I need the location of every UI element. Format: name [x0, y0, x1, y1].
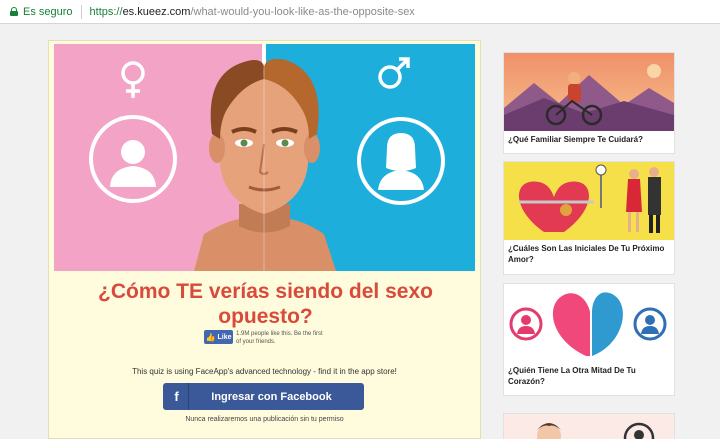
- sidebar-quiz-card[interactable]: ¿Quién Tiene La Otra Mitad De Tu Corazón…: [503, 283, 675, 396]
- secure-label: Es seguro: [23, 5, 73, 18]
- female-symbol-icon: [121, 61, 145, 98]
- facebook-icon: f: [165, 383, 189, 410]
- female-avatar-icon: [357, 117, 445, 205]
- male-avatar-icon: [89, 115, 177, 203]
- face-illustration: [194, 44, 336, 271]
- quiz-title: ¿Cómo TE verías siendo del sexo opuesto?: [98, 280, 433, 328]
- lock-icon: [10, 7, 18, 16]
- sidebar-quiz-image: [504, 414, 674, 439]
- sidebar-quiz-card[interactable]: ¿Cuáles Son Las Iniciales De Tu Próximo …: [503, 161, 675, 275]
- like-count-text: 1.9M people like this. Be the first of y…: [236, 331, 323, 345]
- sidebar-quiz-image: [504, 162, 674, 240]
- facebook-like-widget: 👍 Like 1.9M people like this. Be the fir…: [204, 330, 326, 346]
- thumbs-up-icon: 👍: [205, 332, 216, 342]
- sidebar-quiz-title: ¿Quién Tiene La Otra Mitad De Tu Corazón…: [508, 366, 636, 386]
- faceapp-note: This quiz is using FaceApp's advanced te…: [132, 367, 397, 376]
- sidebar-quiz-title: ¿Qué Familiar Siempre Te Cuidará?: [508, 135, 643, 144]
- sidebar-quiz-image: [504, 53, 674, 131]
- male-symbol-icon: [378, 57, 410, 89]
- sidebar-quiz-card[interactable]: ¿Qué Familiar Siempre Te Cuidará?: [503, 52, 675, 154]
- url-host: es.kueez.com: [122, 5, 191, 18]
- divider: [80, 4, 82, 19]
- address-bar[interactable]: Es seguro https:// es.kueez.com /what-wo…: [0, 0, 720, 24]
- sidebar-quiz-title: ¿Cuáles Son Las Iniciales De Tu Próximo …: [508, 244, 665, 264]
- sidebar-quiz-card[interactable]: [503, 413, 675, 439]
- sidebar-quiz-image: [504, 284, 674, 362]
- quiz-card: ¿Cómo TE verías siendo del sexo opuesto?…: [48, 40, 481, 439]
- like-label: Like: [217, 333, 232, 341]
- url-scheme: https://: [89, 5, 123, 18]
- facebook-login-button[interactable]: f Ingresar con Facebook: [163, 383, 364, 410]
- privacy-disclaimer: Nunca realizaremos una publicación sin t…: [185, 416, 344, 423]
- url-path: /what-would-you-look-like-as-the-opposit…: [190, 5, 415, 18]
- hero-image: [54, 44, 475, 271]
- like-button[interactable]: 👍 Like: [204, 330, 233, 344]
- facebook-login-label: Ingresar con Facebook: [211, 390, 332, 403]
